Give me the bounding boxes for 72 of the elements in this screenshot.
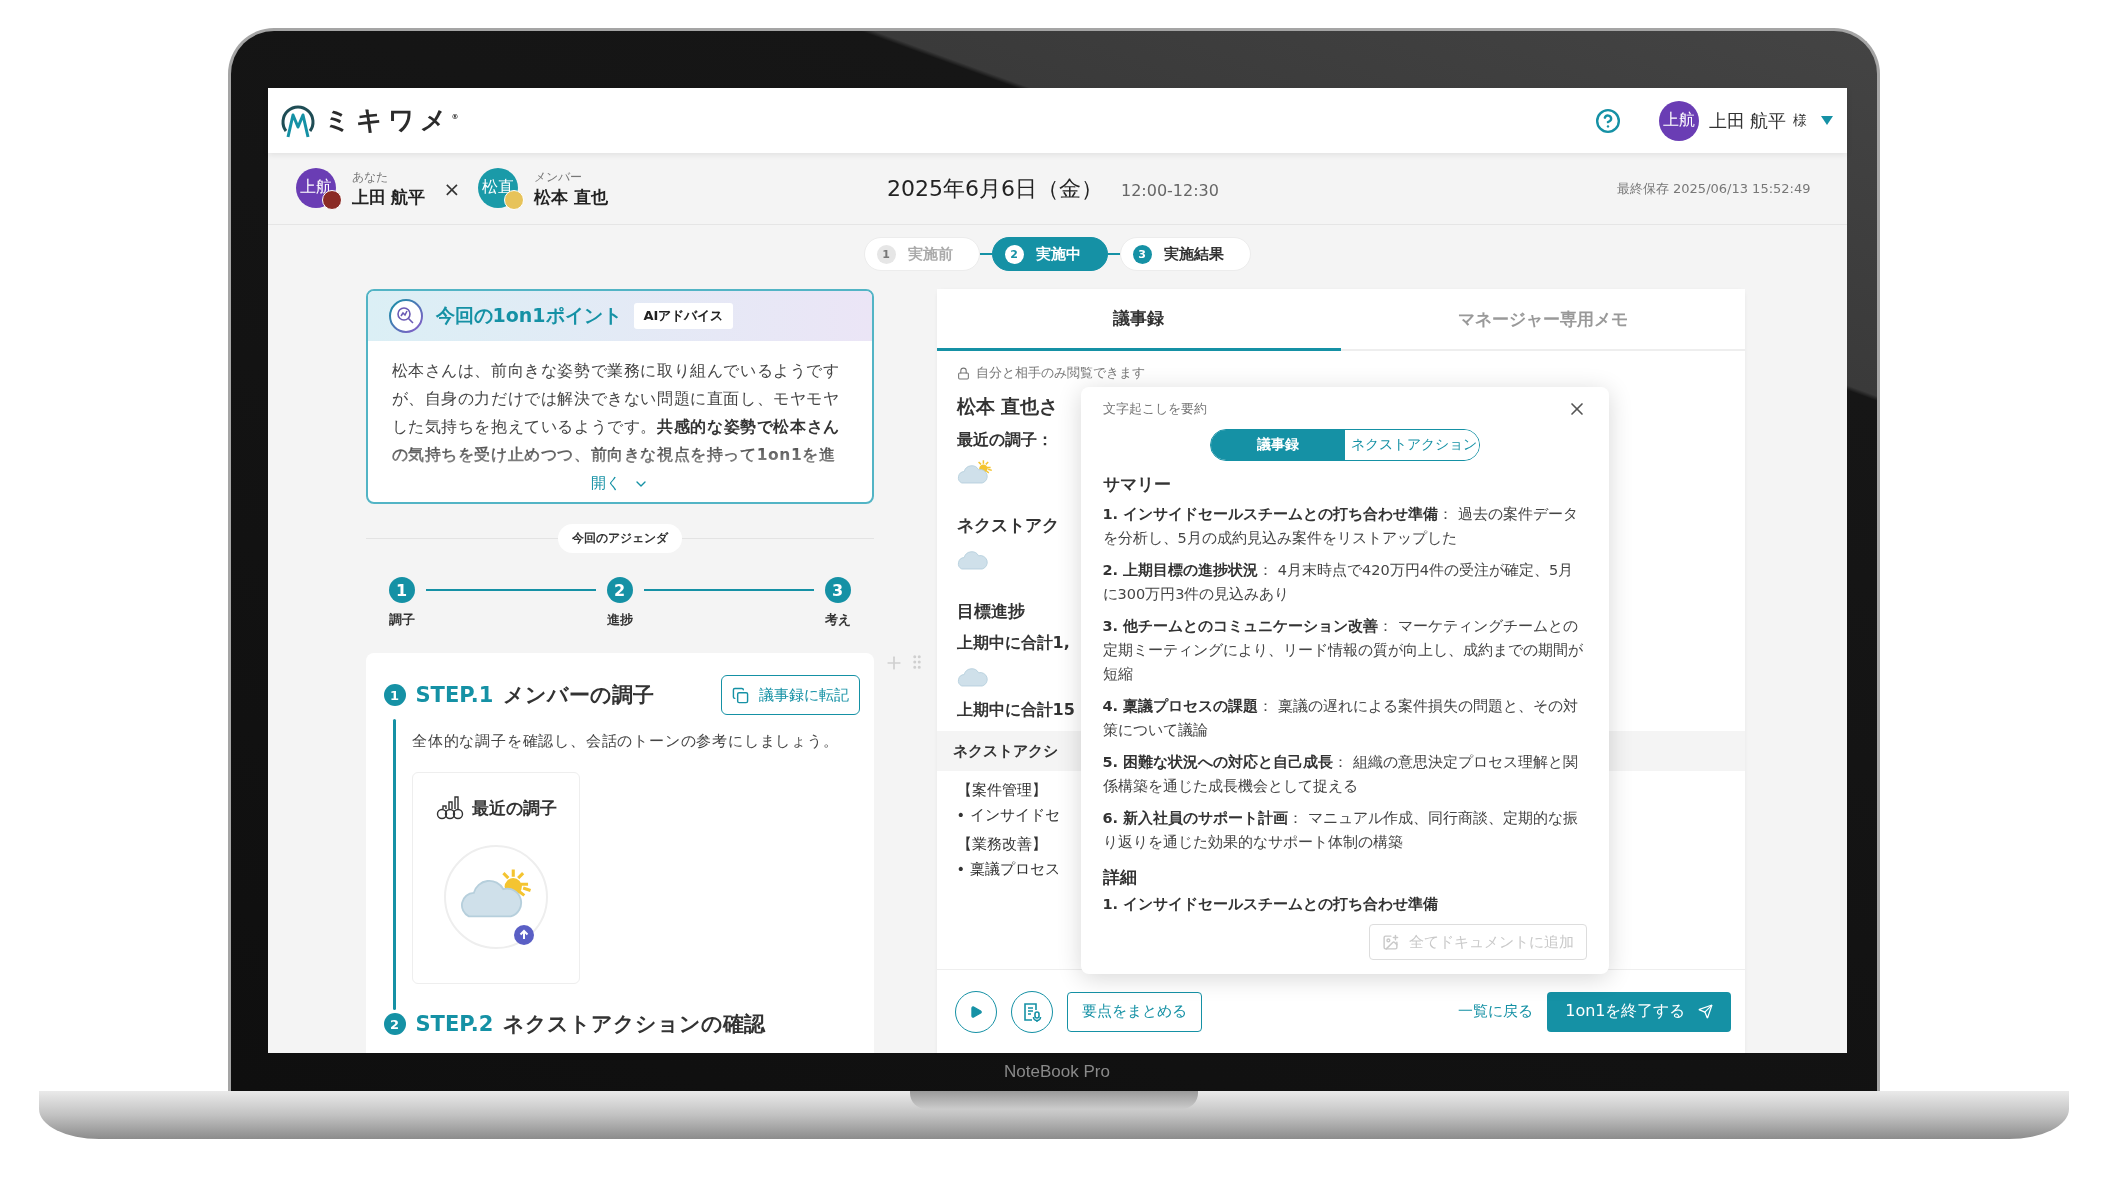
- person-name: 松本 直也: [534, 185, 609, 209]
- panel-tab[interactable]: 議事録: [936, 289, 1341, 351]
- agenda-step-label: 考え: [824, 611, 851, 629]
- dropdown-caret-icon[interactable]: [1820, 116, 1833, 125]
- ai-advice-text: 松本さんは、前向きな姿勢で業務に取り組んでいるようですが、自身の力だけでは解決できない問題に直面し、モヤモヤした気持ちを抱えているようです。共感的な姿勢で松本さんの気持ちを受け止めつつ、前向きな視点を持って1on1を進: [391, 361, 841, 466]
- summarize-button[interactable]: 要点をまとめる: [1066, 991, 1202, 1032]
- logo-wordmark: ミキワメ$^{®}$: [323, 104, 464, 137]
- minutes-section-heading: ネクストアク: [956, 513, 1059, 537]
- summary-item: 4. 稟議プロセスの課題： 稟議の遅れによる案件損失の問題と、その対策について議論: [1102, 697, 1579, 740]
- minutes-subheading: 最近の調子：: [956, 430, 1053, 451]
- category-label: 【業務改善】: [956, 835, 1047, 855]
- copy-to-minutes-button[interactable]: 議事録に転記: [720, 675, 860, 715]
- summary-item: 3. 他チームとのコミュニケーション改善： マーケティングチームとの定期ミーティングにより、リード情報の質が向上し、成約までの期間が短縮: [1102, 617, 1584, 684]
- summary-item: 5. 困難な状況への対応と自己成長： 組織の意思決定プロセス理解と関係構築を通じた成長機会として捉える: [1102, 753, 1579, 796]
- step-number: 1: [383, 684, 406, 706]
- laptop-label: NoteBook Pro: [1004, 1062, 1110, 1082]
- panel-tab[interactable]: マネージャー専用メモ: [1340, 289, 1745, 351]
- ai-card-title: 今回の1on1ポイント: [435, 303, 622, 328]
- category-label: 【案件管理】: [956, 781, 1047, 801]
- summary-item: 1. インサイドセールスチームとの打ち合わせ準備： 過去の案件データを分析し、5月の成約見込み案件をリストアップした: [1102, 505, 1579, 548]
- phase-step[interactable]: 2 実施中: [991, 237, 1108, 271]
- agenda-step-label: 調子: [388, 611, 415, 629]
- person-name: 上田 航平: [351, 185, 426, 209]
- agenda-step-label: 進捗: [606, 611, 633, 629]
- summary-item: 6. 新入社員のサポート計画： マニュアル作成、同行商談、定期的な振り返りを通じた効果的なサポート体制の構築: [1102, 809, 1579, 852]
- agenda-step-number[interactable]: 3: [824, 577, 851, 603]
- times-sign: ×: [443, 176, 461, 201]
- privacy-note: 自分と相手のみ閲覧できます: [975, 365, 1145, 382]
- ai-badge: AIアドバイス: [633, 303, 734, 329]
- step-title: STEP.1 メンバーの調子: [415, 682, 655, 709]
- copy-icon: [731, 686, 749, 704]
- summary-heading: サマリー: [1102, 473, 1172, 496]
- role-label: メンバー: [534, 168, 584, 186]
- bars-faces-icon: [435, 795, 464, 821]
- play-button[interactable]: [954, 990, 997, 1033]
- send-icon: [1697, 1004, 1713, 1019]
- section-band-title: ネクストアクシ: [952, 742, 1058, 761]
- last-saved-text: 最終保存 2025/06/13 15:52:49: [1616, 179, 1811, 198]
- image-add-icon: [1381, 933, 1399, 951]
- mood-title: 最近の調子: [471, 796, 557, 820]
- back-to-list-link[interactable]: 一覧に戻る: [1458, 1002, 1534, 1021]
- session-time: 12:00-12:30: [1121, 180, 1219, 200]
- role-label: あなた: [351, 168, 389, 186]
- expand-button[interactable]: 開く: [584, 473, 655, 494]
- detail-heading: 詳細: [1102, 866, 1138, 889]
- detail-item-title: 1. インサイドセールスチームとの打ち合わせ準備: [1102, 895, 1440, 914]
- agenda-step-number[interactable]: 2: [606, 577, 633, 603]
- bullet-item: • 稟議プロセス: [956, 860, 1060, 880]
- minutes-subheading: 上期中に合計15: [956, 700, 1075, 722]
- minutes-section-heading: 目標進捗: [956, 599, 1025, 623]
- finish-button[interactable]: 1on1を終了する: [1547, 991, 1731, 1032]
- step-number: 2: [383, 1013, 406, 1035]
- magnifier-chart-icon: [387, 298, 424, 334]
- user-avatar[interactable]: 上航: [1658, 100, 1699, 141]
- honorific-label: 様: [1792, 111, 1807, 130]
- user-name: 上田 航平: [1708, 108, 1787, 133]
- toggle-tab[interactable]: 議事録: [1210, 430, 1345, 460]
- session-date: 2025年6月6日（金）: [887, 174, 1103, 203]
- member-name-heading: 松本 直也さ: [956, 394, 1059, 419]
- step-description: 全体的な調子を確認し、会話のトーンの参考にしましょう。: [412, 731, 839, 752]
- minutes-subheading: 上期中に合計1,: [956, 632, 1070, 654]
- play-icon: [968, 1004, 983, 1019]
- agenda-step-number[interactable]: 1: [388, 577, 415, 603]
- phase-step[interactable]: 3 実施結果: [1119, 237, 1251, 271]
- step-title: STEP.2 ネクストアクションの確認: [415, 1011, 766, 1038]
- summary-item: 2. 上期目標の進捗状況： 4月末時点で420万円4件の受注が確定、5月に300万円3件の見込みあり: [1102, 561, 1575, 604]
- agenda-label: 今回のアジェンダ: [557, 524, 682, 553]
- bullet-item: • インサイドセ: [956, 806, 1060, 826]
- help-button[interactable]: [1594, 107, 1621, 134]
- transcript-button[interactable]: [1010, 990, 1053, 1033]
- lock-icon: [956, 367, 970, 380]
- popup-title: 文字起こしを要約: [1102, 400, 1207, 418]
